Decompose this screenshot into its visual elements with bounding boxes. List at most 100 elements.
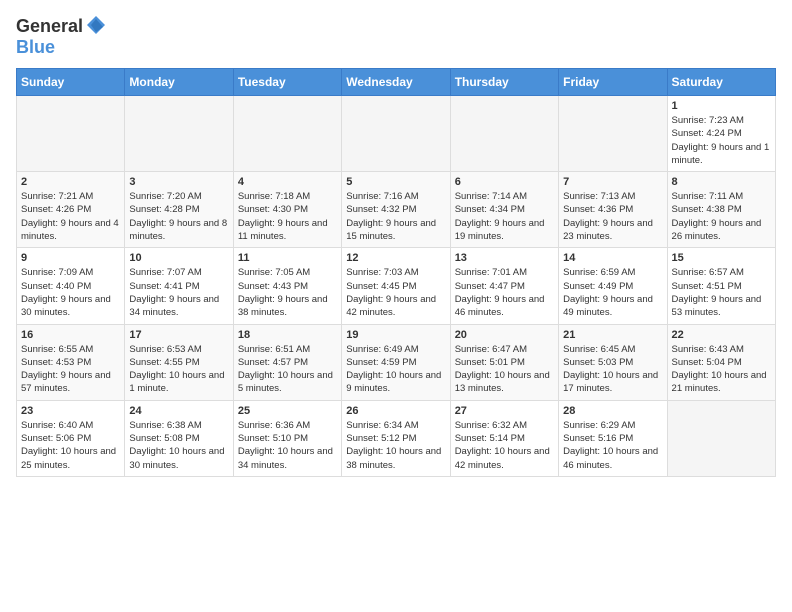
calendar-cell: [233, 96, 341, 172]
day-number: 15: [672, 252, 771, 264]
calendar-cell: 23 Sunrise: 6:40 AM Sunset: 5:06 PM Dayli…: [17, 400, 125, 476]
day-number: 22: [672, 329, 771, 341]
day-number: 19: [346, 329, 445, 341]
day-number: 2: [21, 176, 120, 188]
day-number: 18: [238, 329, 337, 341]
calendar-cell: 16 Sunrise: 6:55 AM Sunset: 4:53 PM Dayli…: [17, 324, 125, 400]
day-number: 16: [21, 329, 120, 341]
day-number: 23: [21, 405, 120, 417]
weekday-header: Wednesday: [342, 69, 450, 96]
calendar-cell: 25 Sunrise: 6:36 AM Sunset: 5:10 PM Dayli…: [233, 400, 341, 476]
day-info: Sunrise: 7:14 AM Sunset: 4:34 PM Dayligh…: [455, 190, 554, 243]
day-info: Sunrise: 7:07 AM Sunset: 4:41 PM Dayligh…: [129, 266, 228, 319]
day-info: Sunrise: 7:03 AM Sunset: 4:45 PM Dayligh…: [346, 266, 445, 319]
calendar-cell: 13 Sunrise: 7:01 AM Sunset: 4:47 PM Dayli…: [450, 248, 558, 324]
calendar-cell: [342, 96, 450, 172]
day-number: 21: [563, 329, 662, 341]
day-info: Sunrise: 7:01 AM Sunset: 4:47 PM Dayligh…: [455, 266, 554, 319]
day-number: 10: [129, 252, 228, 264]
day-number: 5: [346, 176, 445, 188]
day-number: 13: [455, 252, 554, 264]
calendar-cell: 17 Sunrise: 6:53 AM Sunset: 4:55 PM Dayli…: [125, 324, 233, 400]
calendar-cell: 11Sunrise: 7:05 AM Sunset: 4:43 PM Dayli…: [233, 248, 341, 324]
calendar-cell: 8 Sunrise: 7:11 AM Sunset: 4:38 PM Daylig…: [667, 172, 775, 248]
day-info: Sunrise: 6:51 AM Sunset: 4:57 PM Dayligh…: [238, 343, 337, 396]
day-info: Sunrise: 7:23 AM Sunset: 4:24 PM Dayligh…: [672, 114, 771, 167]
calendar-cell: 21 Sunrise: 6:45 AM Sunset: 5:03 PM Dayli…: [559, 324, 667, 400]
calendar-cell: 12 Sunrise: 7:03 AM Sunset: 4:45 PM Dayli…: [342, 248, 450, 324]
calendar-cell: [450, 96, 558, 172]
day-number: 14: [563, 252, 662, 264]
day-info: Sunrise: 7:13 AM Sunset: 4:36 PM Dayligh…: [563, 190, 662, 243]
day-info: Sunrise: 6:53 AM Sunset: 4:55 PM Dayligh…: [129, 343, 228, 396]
day-info: Sunrise: 6:36 AM Sunset: 5:10 PM Dayligh…: [238, 419, 337, 472]
day-number: 27: [455, 405, 554, 417]
day-info: Sunrise: 6:45 AM Sunset: 5:03 PM Dayligh…: [563, 343, 662, 396]
calendar-cell: 15Sunrise: 6:57 AM Sunset: 4:51 PM Dayli…: [667, 248, 775, 324]
day-info: Sunrise: 6:32 AM Sunset: 5:14 PM Dayligh…: [455, 419, 554, 472]
day-number: 3: [129, 176, 228, 188]
day-number: 20: [455, 329, 554, 341]
logo: General Blue: [16, 16, 107, 58]
weekday-header: Saturday: [667, 69, 775, 96]
day-info: Sunrise: 6:59 AM Sunset: 4:49 PM Dayligh…: [563, 266, 662, 319]
weekday-header: Monday: [125, 69, 233, 96]
day-info: Sunrise: 6:40 AM Sunset: 5:06 PM Dayligh…: [21, 419, 120, 472]
day-number: 4: [238, 176, 337, 188]
calendar-cell: 19 Sunrise: 6:49 AM Sunset: 4:59 PM Dayli…: [342, 324, 450, 400]
day-number: 8: [672, 176, 771, 188]
calendar-week-row: 1 Sunrise: 7:23 AM Sunset: 4:24 PM Daylig…: [17, 96, 776, 172]
calendar-cell: 22 Sunrise: 6:43 AM Sunset: 5:04 PM Dayli…: [667, 324, 775, 400]
calendar-cell: 9Sunrise: 7:09 AM Sunset: 4:40 PM Daylig…: [17, 248, 125, 324]
day-number: 28: [563, 405, 662, 417]
day-number: 24: [129, 405, 228, 417]
day-number: 26: [346, 405, 445, 417]
calendar-week-row: 23 Sunrise: 6:40 AM Sunset: 5:06 PM Dayli…: [17, 400, 776, 476]
calendar-cell: 10 Sunrise: 7:07 AM Sunset: 4:41 PM Dayli…: [125, 248, 233, 324]
day-info: Sunrise: 6:29 AM Sunset: 5:16 PM Dayligh…: [563, 419, 662, 472]
calendar-cell: [667, 400, 775, 476]
calendar-cell: 1 Sunrise: 7:23 AM Sunset: 4:24 PM Daylig…: [667, 96, 775, 172]
calendar-cell: [17, 96, 125, 172]
calendar-cell: 28 Sunrise: 6:29 AM Sunset: 5:16 PM Dayli…: [559, 400, 667, 476]
calendar-cell: 18 Sunrise: 6:51 AM Sunset: 4:57 PM Dayli…: [233, 324, 341, 400]
calendar-table: SundayMondayTuesdayWednesdayThursdayFrid…: [16, 68, 776, 477]
day-info: Sunrise: 7:09 AM Sunset: 4:40 PM Dayligh…: [21, 266, 120, 319]
calendar-cell: [125, 96, 233, 172]
calendar-cell: 24 Sunrise: 6:38 AM Sunset: 5:08 PM Dayli…: [125, 400, 233, 476]
day-number: 17: [129, 329, 228, 341]
calendar-cell: 27 Sunrise: 6:32 AM Sunset: 5:14 PM Dayli…: [450, 400, 558, 476]
day-number: 1: [672, 100, 771, 112]
day-info: Sunrise: 6:49 AM Sunset: 4:59 PM Dayligh…: [346, 343, 445, 396]
logo-text-general: General: [16, 16, 83, 37]
day-number: 6: [455, 176, 554, 188]
calendar-cell: 26Sunrise: 6:34 AM Sunset: 5:12 PM Dayli…: [342, 400, 450, 476]
calendar-week-row: 2 Sunrise: 7:21 AM Sunset: 4:26 PM Daylig…: [17, 172, 776, 248]
day-number: 25: [238, 405, 337, 417]
logo-icon: [85, 14, 107, 36]
day-number: 12: [346, 252, 445, 264]
day-info: Sunrise: 6:55 AM Sunset: 4:53 PM Dayligh…: [21, 343, 120, 396]
page-header: General Blue: [16, 16, 776, 58]
day-info: Sunrise: 7:11 AM Sunset: 4:38 PM Dayligh…: [672, 190, 771, 243]
calendar-cell: 6 Sunrise: 7:14 AM Sunset: 4:34 PM Daylig…: [450, 172, 558, 248]
calendar-cell: 3Sunrise: 7:20 AM Sunset: 4:28 PM Daylig…: [125, 172, 233, 248]
calendar-cell: 4Sunrise: 7:18 AM Sunset: 4:30 PM Daylig…: [233, 172, 341, 248]
calendar-cell: [559, 96, 667, 172]
weekday-header: Thursday: [450, 69, 558, 96]
day-info: Sunrise: 7:16 AM Sunset: 4:32 PM Dayligh…: [346, 190, 445, 243]
day-info: Sunrise: 6:43 AM Sunset: 5:04 PM Dayligh…: [672, 343, 771, 396]
calendar-week-row: 16 Sunrise: 6:55 AM Sunset: 4:53 PM Dayli…: [17, 324, 776, 400]
calendar-cell: 20Sunrise: 6:47 AM Sunset: 5:01 PM Dayli…: [450, 324, 558, 400]
logo-container: General Blue: [16, 16, 107, 58]
calendar-cell: 7Sunrise: 7:13 AM Sunset: 4:36 PM Daylig…: [559, 172, 667, 248]
calendar-cell: 5 Sunrise: 7:16 AM Sunset: 4:32 PM Daylig…: [342, 172, 450, 248]
day-info: Sunrise: 6:38 AM Sunset: 5:08 PM Dayligh…: [129, 419, 228, 472]
weekday-header: Tuesday: [233, 69, 341, 96]
calendar-week-row: 9Sunrise: 7:09 AM Sunset: 4:40 PM Daylig…: [17, 248, 776, 324]
calendar-header-row: SundayMondayTuesdayWednesdayThursdayFrid…: [17, 69, 776, 96]
weekday-header: Friday: [559, 69, 667, 96]
day-info: Sunrise: 7:21 AM Sunset: 4:26 PM Dayligh…: [21, 190, 120, 243]
weekday-header: Sunday: [17, 69, 125, 96]
calendar-cell: 2 Sunrise: 7:21 AM Sunset: 4:26 PM Daylig…: [17, 172, 125, 248]
